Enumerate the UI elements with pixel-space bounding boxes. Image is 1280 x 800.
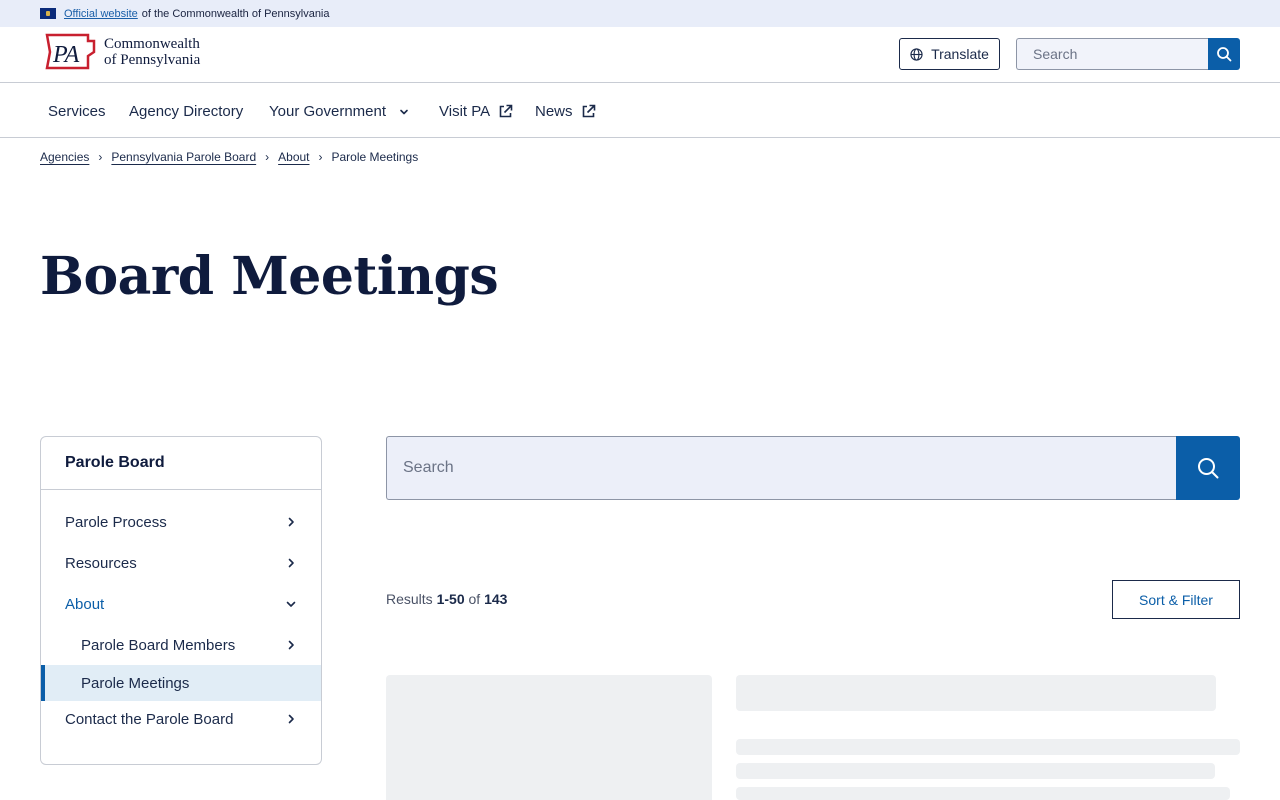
nav-your-government[interactable]: Your Government [269,103,410,120]
nav-news-label: News [535,103,573,120]
chevron-right-icon: › [265,150,270,164]
main-nav: Services Agency Directory Your Governmen… [0,83,1280,138]
chevron-right-icon [288,640,294,650]
results-of: of [468,591,481,607]
content-search-button[interactable] [1176,436,1240,500]
chevron-down-icon [286,601,296,607]
official-banner-text: of the Commonwealth of Pennsylvania [141,7,330,20]
official-banner: Official website of the Commonwealth of … [0,0,1280,27]
translate-label: Translate [931,46,989,62]
nav-visit-pa[interactable]: Visit PA [439,103,513,120]
sidebar-item-label: Resources [65,554,137,572]
external-link-icon [499,104,513,118]
sidebar-item-about[interactable]: About [41,586,321,622]
nav-services-label: Services [48,103,106,120]
results-count: Results 1-50 of 143 [386,591,507,607]
skeleton-line-placeholder [736,739,1240,755]
sidebar-item-contact[interactable]: Contact the Parole Board [41,701,321,737]
results-total: 143 [484,591,508,607]
nav-agency-directory-label: Agency Directory [129,103,244,120]
chevron-down-icon [400,109,408,114]
globe-icon [910,47,923,61]
nav-services[interactable]: Services [48,103,106,120]
sort-filter-button[interactable]: Sort & Filter [1112,580,1240,619]
pa-logo[interactable]: PA Commonwealth of Pennsylvania [44,32,200,72]
header-search: Search [1016,38,1240,70]
sidebar-item-label: Parole Process [65,513,167,531]
nav-agency-directory[interactable]: Agency Directory [129,103,243,120]
translate-button[interactable]: Translate [899,38,1000,70]
pa-keystone-logo-icon: PA [45,33,96,70]
chevron-right-icon [288,558,294,568]
sidebar-nav: Parole Board Parole Process Resources Ab… [40,436,322,765]
sidebar-item-parole-process[interactable]: Parole Process [41,504,321,540]
chevron-right-icon: › [318,150,323,164]
content-search-input[interactable]: Search [386,436,1176,500]
pa-flag-icon [40,8,56,19]
sidebar-heading[interactable]: Parole Board [41,437,321,490]
results-prefix: Results [386,591,433,607]
chevron-right-icon [288,714,294,724]
chevron-right-icon [288,517,294,527]
nav-your-government-label: Your Government [269,103,387,120]
sidebar-item-resources[interactable]: Resources [41,545,321,581]
logo-mark-text: PA [52,42,80,68]
breadcrumb-about[interactable]: About [278,150,309,164]
skeleton-title-placeholder [736,675,1216,711]
skeleton-line-placeholder [736,787,1230,800]
results-range: 1-50 [436,591,465,607]
sidebar-item-label: Parole Board Members [81,636,236,654]
header-search-input[interactable]: Search [1016,38,1208,70]
search-icon [1217,47,1232,62]
skeleton-line-placeholder [736,763,1215,779]
logo-line-2: of Pennsylvania [104,52,201,68]
breadcrumb-current: Parole Meetings [331,150,419,164]
skeleton-image-placeholder [386,675,712,800]
breadcrumb-parole-board[interactable]: Pennsylvania Parole Board [111,150,256,164]
sidebar-item-parole-meetings[interactable]: Parole Meetings [41,665,321,701]
breadcrumb: Agencies › Pennsylvania Parole Board › A… [40,150,418,164]
logo-line-1: Commonwealth [104,36,200,52]
sidebar-item-parole-board-members[interactable]: Parole Board Members [41,627,321,663]
sidebar-item-label: Parole Meetings [81,674,190,692]
content-search: Search [386,436,1240,500]
nav-visit-pa-label: Visit PA [439,103,491,120]
chevron-right-icon: › [98,150,103,164]
sidebar-item-label: About [65,595,105,613]
header-search-button[interactable] [1208,38,1240,70]
search-icon [1198,458,1219,479]
page-title: Board Meetings [40,246,499,307]
nav-news[interactable]: News [535,103,596,120]
breadcrumb-agencies[interactable]: Agencies [40,150,89,164]
sidebar-item-label: Contact the Parole Board [65,710,234,728]
site-header: PA Commonwealth of Pennsylvania Translat… [0,27,1280,83]
official-website-link[interactable]: Official website [64,8,138,20]
external-link-icon [582,104,595,118]
